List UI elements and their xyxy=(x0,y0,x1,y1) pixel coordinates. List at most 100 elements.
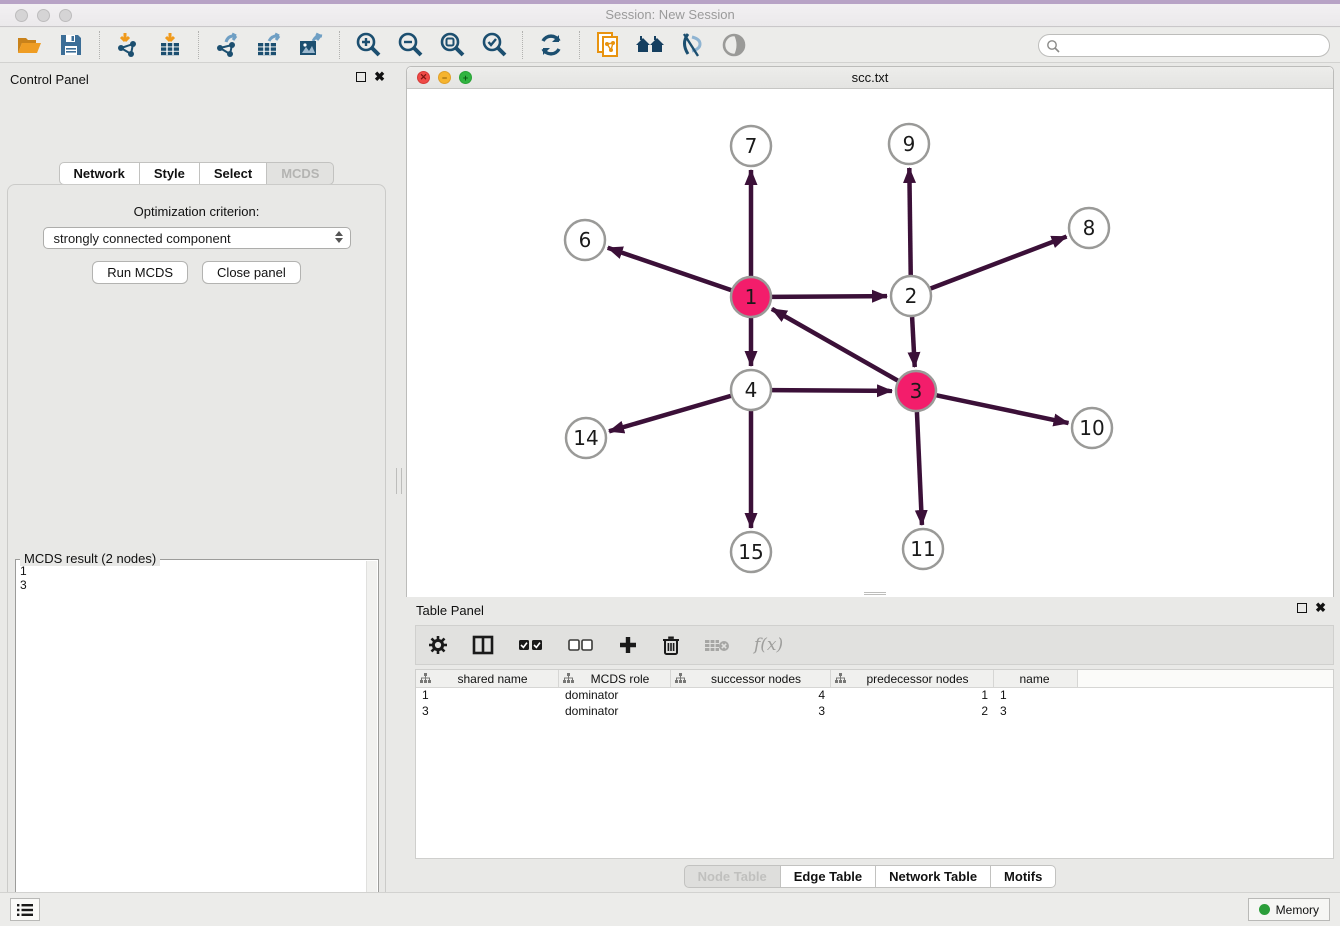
edge-3-10[interactable] xyxy=(937,395,1069,423)
network-graph[interactable]: 7 9 6 8 1 2 4 3 14 10 15 11 xyxy=(407,89,1333,597)
table-cell[interactable]: dominator xyxy=(559,704,671,720)
deselect-all-columns-icon[interactable] xyxy=(568,638,594,652)
node-table[interactable]: shared nameMCDS rolesuccessor nodesprede… xyxy=(415,669,1334,859)
table-cell[interactable]: 2 xyxy=(831,704,994,720)
select-all-columns-icon[interactable] xyxy=(518,638,544,652)
table-cell[interactable]: 3 xyxy=(671,704,831,720)
column-header-predecessor-nodes[interactable]: predecessor nodes xyxy=(831,670,994,687)
table-row[interactable]: 1dominator411 xyxy=(416,688,1333,704)
table-cell[interactable]: 1 xyxy=(831,688,994,704)
tab-edge-table[interactable]: Edge Table xyxy=(781,865,876,888)
delete-table-icon[interactable] xyxy=(704,637,730,653)
export-image-icon[interactable] xyxy=(294,30,328,60)
run-mcds-button[interactable]: Run MCDS xyxy=(92,261,188,284)
show-columns-icon[interactable] xyxy=(472,635,494,655)
node-14[interactable]: 14 xyxy=(566,418,606,458)
node-3[interactable]: 3 xyxy=(896,371,936,411)
node-10[interactable]: 10 xyxy=(1072,408,1112,448)
column-header-successor-nodes[interactable]: successor nodes xyxy=(671,670,831,687)
copy-network-icon[interactable] xyxy=(591,30,625,60)
attribute-type-icon xyxy=(675,673,686,684)
node-11[interactable]: 11 xyxy=(903,529,943,569)
toolbar-search[interactable] xyxy=(1038,34,1330,57)
vertical-splitter[interactable] xyxy=(393,66,406,890)
mcds-result-text[interactable]: 1 3 xyxy=(20,564,364,926)
tab-motifs[interactable]: Motifs xyxy=(991,865,1056,888)
edge-3-1[interactable] xyxy=(772,309,898,381)
show-details-icon[interactable] xyxy=(717,30,751,60)
node-7[interactable]: 7 xyxy=(731,126,771,166)
tab-style[interactable]: Style xyxy=(140,162,200,185)
edge-2-3[interactable] xyxy=(912,317,915,367)
column-header-name[interactable]: name xyxy=(994,670,1078,687)
export-network-icon[interactable] xyxy=(210,30,244,60)
node-9[interactable]: 9 xyxy=(889,124,929,164)
edge-2-8[interactable] xyxy=(931,237,1067,289)
function-builder-icon[interactable]: f(x) xyxy=(754,635,783,655)
zoom-fit-icon[interactable] xyxy=(435,30,469,60)
task-history-button[interactable] xyxy=(10,898,40,921)
node-4[interactable]: 4 xyxy=(731,370,771,410)
control-panel-title: Control Panel xyxy=(10,72,89,87)
result-scrollbar[interactable] xyxy=(366,561,377,926)
horizontal-splitter[interactable] xyxy=(406,590,1334,597)
table-cell[interactable]: dominator xyxy=(559,688,671,704)
close-table-panel-icon[interactable]: ✖ xyxy=(1315,603,1326,613)
table-cell[interactable]: 1 xyxy=(416,688,559,704)
table-cell[interactable]: 3 xyxy=(416,704,559,720)
home-networks-icon[interactable] xyxy=(633,30,667,60)
network-window-titlebar[interactable]: ✕ − + scc.txt xyxy=(407,67,1333,89)
column-header-shared-name[interactable]: shared name xyxy=(416,670,559,687)
float-table-panel-icon[interactable] xyxy=(1297,603,1307,613)
table-row[interactable]: 3dominator323 xyxy=(416,704,1333,720)
edge-4-3[interactable] xyxy=(772,390,892,391)
toolbar-separator xyxy=(339,31,340,59)
criterion-dropdown[interactable]: strongly connected component xyxy=(43,227,351,249)
tab-select[interactable]: Select xyxy=(200,162,267,185)
zoom-in-icon[interactable] xyxy=(351,30,385,60)
import-network-icon[interactable] xyxy=(111,30,145,60)
edge-2-9[interactable] xyxy=(909,168,910,275)
search-input[interactable] xyxy=(1060,39,1329,53)
close-panel-button[interactable]: Close panel xyxy=(202,261,301,284)
table-options-icon[interactable] xyxy=(428,635,448,655)
table-cell[interactable]: 4 xyxy=(671,688,831,704)
svg-text:7: 7 xyxy=(745,134,758,158)
splitter-grip[interactable] xyxy=(396,468,402,494)
splitter-grip[interactable] xyxy=(864,592,886,595)
node-1[interactable]: 1 xyxy=(731,277,771,317)
hide-details-icon[interactable] xyxy=(675,30,709,60)
node-15[interactable]: 15 xyxy=(731,532,771,572)
node-8[interactable]: 8 xyxy=(1069,208,1109,248)
column-header-MCDS-role[interactable]: MCDS role xyxy=(559,670,671,687)
task-list-icon xyxy=(16,903,34,917)
export-table-icon[interactable] xyxy=(252,30,286,60)
edge-4-14[interactable] xyxy=(609,396,731,431)
memory-button[interactable]: Memory xyxy=(1248,898,1330,921)
zoom-out-icon[interactable] xyxy=(393,30,427,60)
tab-mcds[interactable]: MCDS xyxy=(267,162,334,185)
close-panel-icon[interactable]: ✖ xyxy=(374,72,385,82)
node-6[interactable]: 6 xyxy=(565,220,605,260)
table-cell[interactable]: 1 xyxy=(994,688,1078,704)
create-column-icon[interactable] xyxy=(618,635,638,655)
tab-node-table[interactable]: Node Table xyxy=(684,865,781,888)
float-panel-icon[interactable] xyxy=(356,72,366,82)
edge-3-11[interactable] xyxy=(917,412,922,525)
node-2[interactable]: 2 xyxy=(891,276,931,316)
dropdown-stepper-icon xyxy=(335,231,343,243)
network-canvas[interactable]: 7 9 6 8 1 2 4 3 14 10 15 11 xyxy=(407,89,1333,597)
apply-layout-icon[interactable] xyxy=(534,30,568,60)
tab-network[interactable]: Network xyxy=(59,162,140,185)
svg-text:3: 3 xyxy=(910,379,923,403)
svg-text:4: 4 xyxy=(745,378,758,402)
edge-1-6[interactable] xyxy=(608,248,731,290)
save-session-icon[interactable] xyxy=(54,30,88,60)
tab-network-table[interactable]: Network Table xyxy=(876,865,991,888)
open-session-icon[interactable] xyxy=(12,30,46,60)
delete-column-icon[interactable] xyxy=(662,635,680,655)
import-table-icon[interactable] xyxy=(153,30,187,60)
table-cell[interactable]: 3 xyxy=(994,704,1078,720)
zoom-selected-icon[interactable] xyxy=(477,30,511,60)
edge-1-2[interactable] xyxy=(772,296,887,297)
